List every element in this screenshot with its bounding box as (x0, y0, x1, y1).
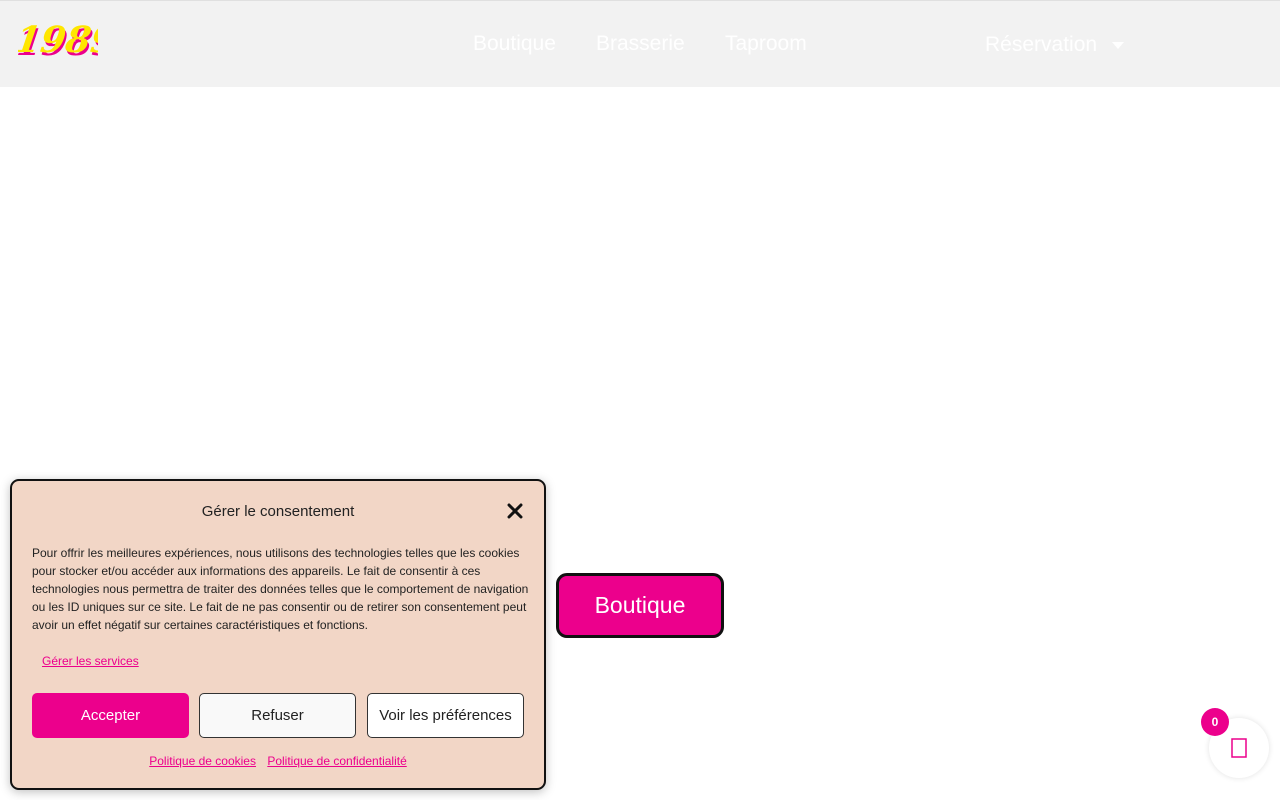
nav-taproom[interactable]: Taproom (725, 31, 807, 57)
svg-text:1989: 1989 (18, 18, 98, 61)
privacy-policy-link[interactable]: Politique de confidentialité (267, 754, 406, 768)
logo-1989[interactable]: 1989 1989 (18, 17, 98, 63)
view-preferences-button[interactable]: Voir les préférences (367, 693, 524, 738)
manage-services-link[interactable]: Gérer les services (42, 654, 139, 668)
consent-body: Pour offrir les meilleures expériences, … (32, 546, 529, 632)
nav-reservation-dropdown[interactable]: Réservation (985, 32, 1125, 58)
consent-title: Gérer le consentement (201, 503, 355, 520)
shopping-bag-icon (1231, 738, 1247, 758)
nav-brasserie[interactable]: Brasserie (596, 31, 685, 57)
cart-count-badge: 0 (1201, 708, 1229, 736)
boutique-button[interactable]: Boutique (556, 573, 724, 638)
site-header: 1989 1989 Boutique Brasserie Taproom Rés… (0, 0, 1280, 87)
nav-boutique[interactable]: Boutique (473, 31, 556, 57)
accept-button[interactable]: Accepter (32, 693, 189, 738)
close-icon[interactable] (505, 501, 525, 521)
nav-reservation-label: Réservation (985, 33, 1098, 56)
policy-links: Politique de cookies Politique de confid… (12, 754, 544, 768)
cookie-policy-link[interactable]: Politique de cookies (149, 754, 256, 768)
refuse-button[interactable]: Refuser (199, 693, 356, 738)
cookie-consent-dialog: Gérer le consentement Pour offrir les me… (10, 479, 546, 790)
chevron-down-icon (1112, 42, 1125, 49)
